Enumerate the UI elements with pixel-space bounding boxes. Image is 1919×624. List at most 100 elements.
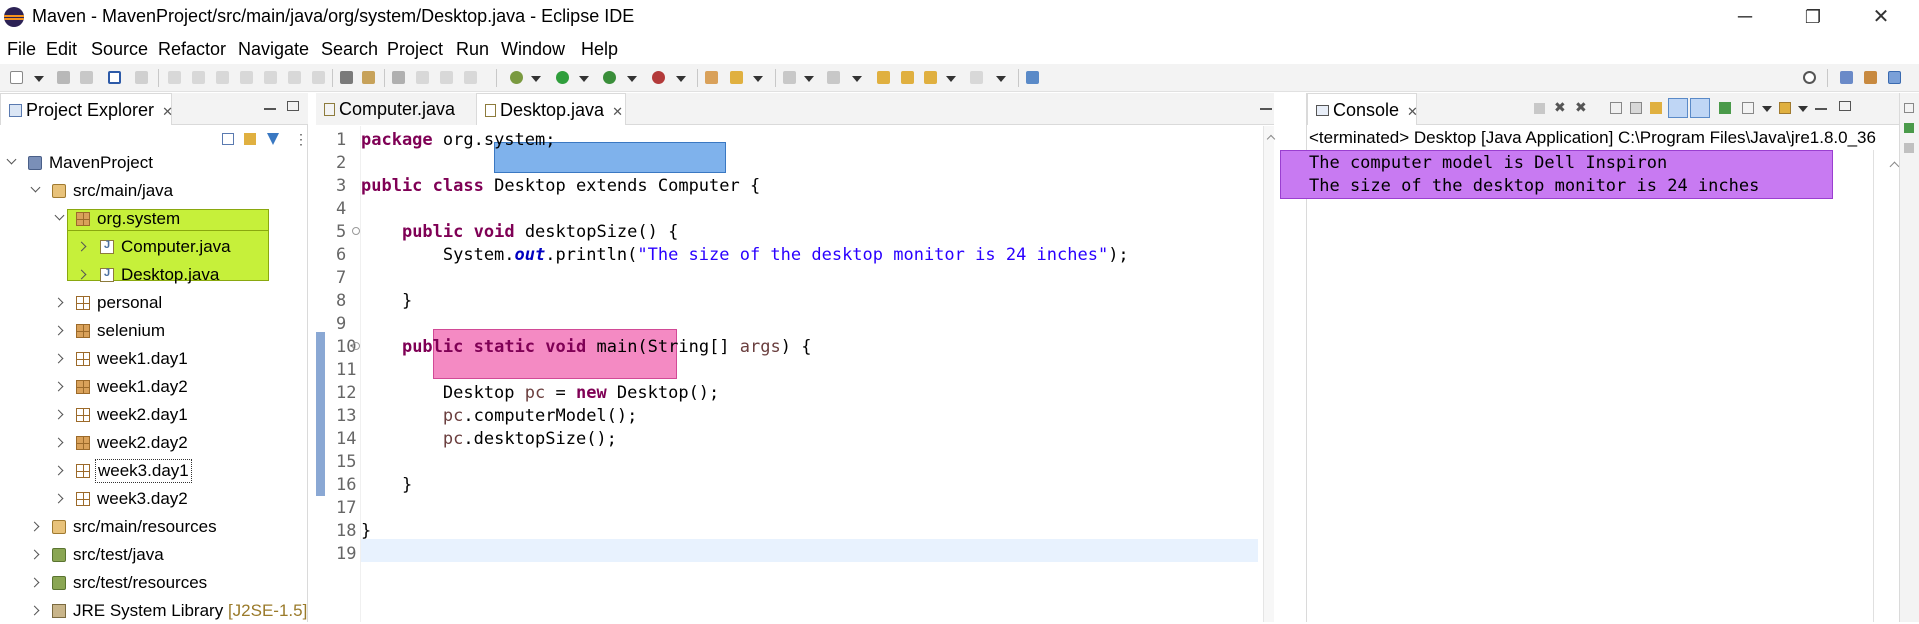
menu-source[interactable]: Source	[91, 39, 148, 60]
forward-dropdown-icon[interactable]	[996, 76, 1006, 82]
minimize-button[interactable]: ─	[1716, 0, 1774, 34]
scroll-lock-icon[interactable]	[1630, 102, 1642, 114]
close-icon[interactable]: ✕	[1407, 104, 1418, 119]
tree-item-week3-day1[interactable]: week3.day1	[0, 458, 300, 484]
fold-icon[interactable]	[352, 227, 360, 235]
remove-all-terminated-icon[interactable]: ✖	[1575, 99, 1587, 116]
close-window-button[interactable]: ✕	[1852, 0, 1910, 34]
new-java-package-icon[interactable]	[705, 71, 718, 84]
display-selected-console-icon[interactable]	[1742, 102, 1754, 114]
tree-item-src-test-java[interactable]: src/test/java	[0, 542, 300, 568]
menu-edit[interactable]: Edit	[46, 39, 77, 60]
maximize-icon[interactable]	[1839, 101, 1851, 111]
open-type-dropdown-icon[interactable]	[804, 76, 814, 82]
problems-icon[interactable]	[1904, 123, 1914, 133]
step-into-icon[interactable]	[264, 71, 277, 84]
filter-icon[interactable]	[267, 133, 279, 145]
tree-item-jre-system-library[interactable]: JRE System Library [J2SE-1.5]	[0, 598, 307, 624]
display-console-dropdown-icon[interactable]	[1762, 106, 1772, 112]
suspend-icon[interactable]	[192, 71, 205, 84]
code-editor[interactable]: 1 2 3 4 5 6 7 8 9 10 11 12 13 14 15 16 1…	[316, 126, 1276, 622]
tree-item-desktop-java[interactable]: Desktop.java	[0, 262, 300, 288]
show-console-stderr-icon[interactable]	[1690, 98, 1710, 118]
java-perspective-icon[interactable]	[1864, 71, 1877, 84]
skip-breakpoints-icon[interactable]	[135, 71, 148, 84]
block-selection-icon[interactable]	[440, 71, 453, 84]
tree-item-src-test-resources[interactable]: src/test/resources	[0, 570, 300, 596]
debug-dropdown-icon[interactable]	[531, 76, 541, 82]
terminal-icon[interactable]	[108, 71, 121, 84]
new-icon[interactable]	[10, 71, 23, 84]
save-icon[interactable]	[57, 71, 70, 84]
tab-console[interactable]: Console ✕	[1307, 93, 1418, 125]
menu-run[interactable]: Run	[456, 39, 489, 60]
toggle-breadcrumb-icon[interactable]	[392, 71, 405, 84]
show-whitespace-icon[interactable]	[464, 71, 477, 84]
restore-button[interactable]: ❐	[1784, 0, 1842, 34]
menu-project[interactable]: Project	[387, 39, 443, 60]
remove-launch-icon[interactable]: ✖	[1554, 99, 1566, 116]
collapse-all-icon[interactable]	[222, 133, 234, 145]
menu-navigate[interactable]: Navigate	[238, 39, 309, 60]
close-icon[interactable]: ✕	[162, 104, 173, 119]
open-perspective-icon[interactable]	[1840, 71, 1853, 84]
tree-item-week3-day2[interactable]: week3.day2	[0, 486, 300, 512]
clear-console-icon[interactable]	[1610, 102, 1622, 114]
coverage-icon[interactable]	[603, 71, 616, 84]
tree-item-selenium[interactable]: selenium	[0, 318, 300, 344]
javadoc-icon[interactable]	[1904, 143, 1914, 153]
previous-annotation-icon[interactable]	[901, 71, 914, 84]
tree-item-week2-day2[interactable]: week2.day2	[0, 430, 300, 456]
tree-item-week1-day1[interactable]: week1.day1	[0, 346, 300, 372]
step-over-icon[interactable]	[288, 71, 301, 84]
minimize-icon[interactable]	[1815, 105, 1827, 110]
external-tools-dropdown-icon[interactable]	[676, 76, 686, 82]
menu-search[interactable]: Search	[321, 39, 378, 60]
close-icon[interactable]: ✕	[612, 104, 623, 119]
show-console-stdout-icon[interactable]	[1668, 98, 1688, 118]
open-console-dropdown-icon[interactable]	[1798, 106, 1808, 112]
back-dropdown-icon[interactable]	[946, 76, 956, 82]
open-type-icon[interactable]	[783, 71, 796, 84]
menu-file[interactable]: File	[7, 39, 36, 60]
mark-occurrences-icon[interactable]	[416, 71, 429, 84]
step-return-icon[interactable]	[312, 71, 325, 84]
fold-icon[interactable]	[352, 342, 360, 350]
new-class-dropdown-icon[interactable]	[753, 76, 763, 82]
link-with-editor-icon[interactable]	[244, 133, 256, 145]
debug-perspective-icon[interactable]	[1888, 71, 1901, 84]
search-dropdown-icon[interactable]	[852, 76, 862, 82]
open-console-icon[interactable]	[1779, 102, 1791, 114]
tab-desktop-java[interactable]: Desktop.java ✕	[476, 93, 626, 125]
save-all-icon[interactable]	[80, 71, 93, 84]
scroll-up-icon[interactable]	[1889, 161, 1900, 172]
tree-item-org-system[interactable]: org.system	[0, 206, 300, 232]
run-dropdown-icon[interactable]	[579, 76, 589, 82]
word-wrap-icon[interactable]	[1650, 102, 1662, 114]
pin-editor-icon[interactable]	[1026, 71, 1039, 84]
remove-icon[interactable]	[362, 71, 375, 84]
next-annotation-icon[interactable]	[877, 71, 890, 84]
external-tools-icon[interactable]	[652, 71, 665, 84]
new-dropdown-icon[interactable]	[34, 76, 44, 82]
pin-console-icon[interactable]	[1719, 102, 1731, 114]
resume-icon[interactable]	[168, 71, 181, 84]
quick-access-search-icon[interactable]	[1803, 71, 1816, 84]
debug-icon[interactable]	[510, 71, 523, 84]
disconnect-icon[interactable]	[240, 71, 253, 84]
open-task-icon[interactable]	[340, 71, 353, 84]
tree-item-week2-day1[interactable]: week2.day1	[0, 402, 300, 428]
menu-help[interactable]: Help	[581, 39, 618, 60]
tab-computer-java[interactable]: Computer.java	[316, 93, 476, 125]
tree-item-mavenproject[interactable]: MavenProject	[0, 150, 300, 176]
tree-item-week1-day2[interactable]: week1.day2	[0, 374, 300, 400]
minimize-icon[interactable]	[264, 105, 276, 110]
tree-item-src-main-java[interactable]: src/main/java	[0, 178, 300, 204]
menu-window[interactable]: Window	[501, 39, 565, 60]
menu-refactor[interactable]: Refactor	[158, 39, 226, 60]
tree-item-computer-java[interactable]: Computer.java	[0, 234, 300, 260]
search-icon[interactable]	[827, 71, 840, 84]
view-menu-icon[interactable]: ⋮	[294, 132, 308, 146]
new-java-class-icon[interactable]	[730, 71, 743, 84]
maximize-icon[interactable]	[287, 101, 299, 111]
